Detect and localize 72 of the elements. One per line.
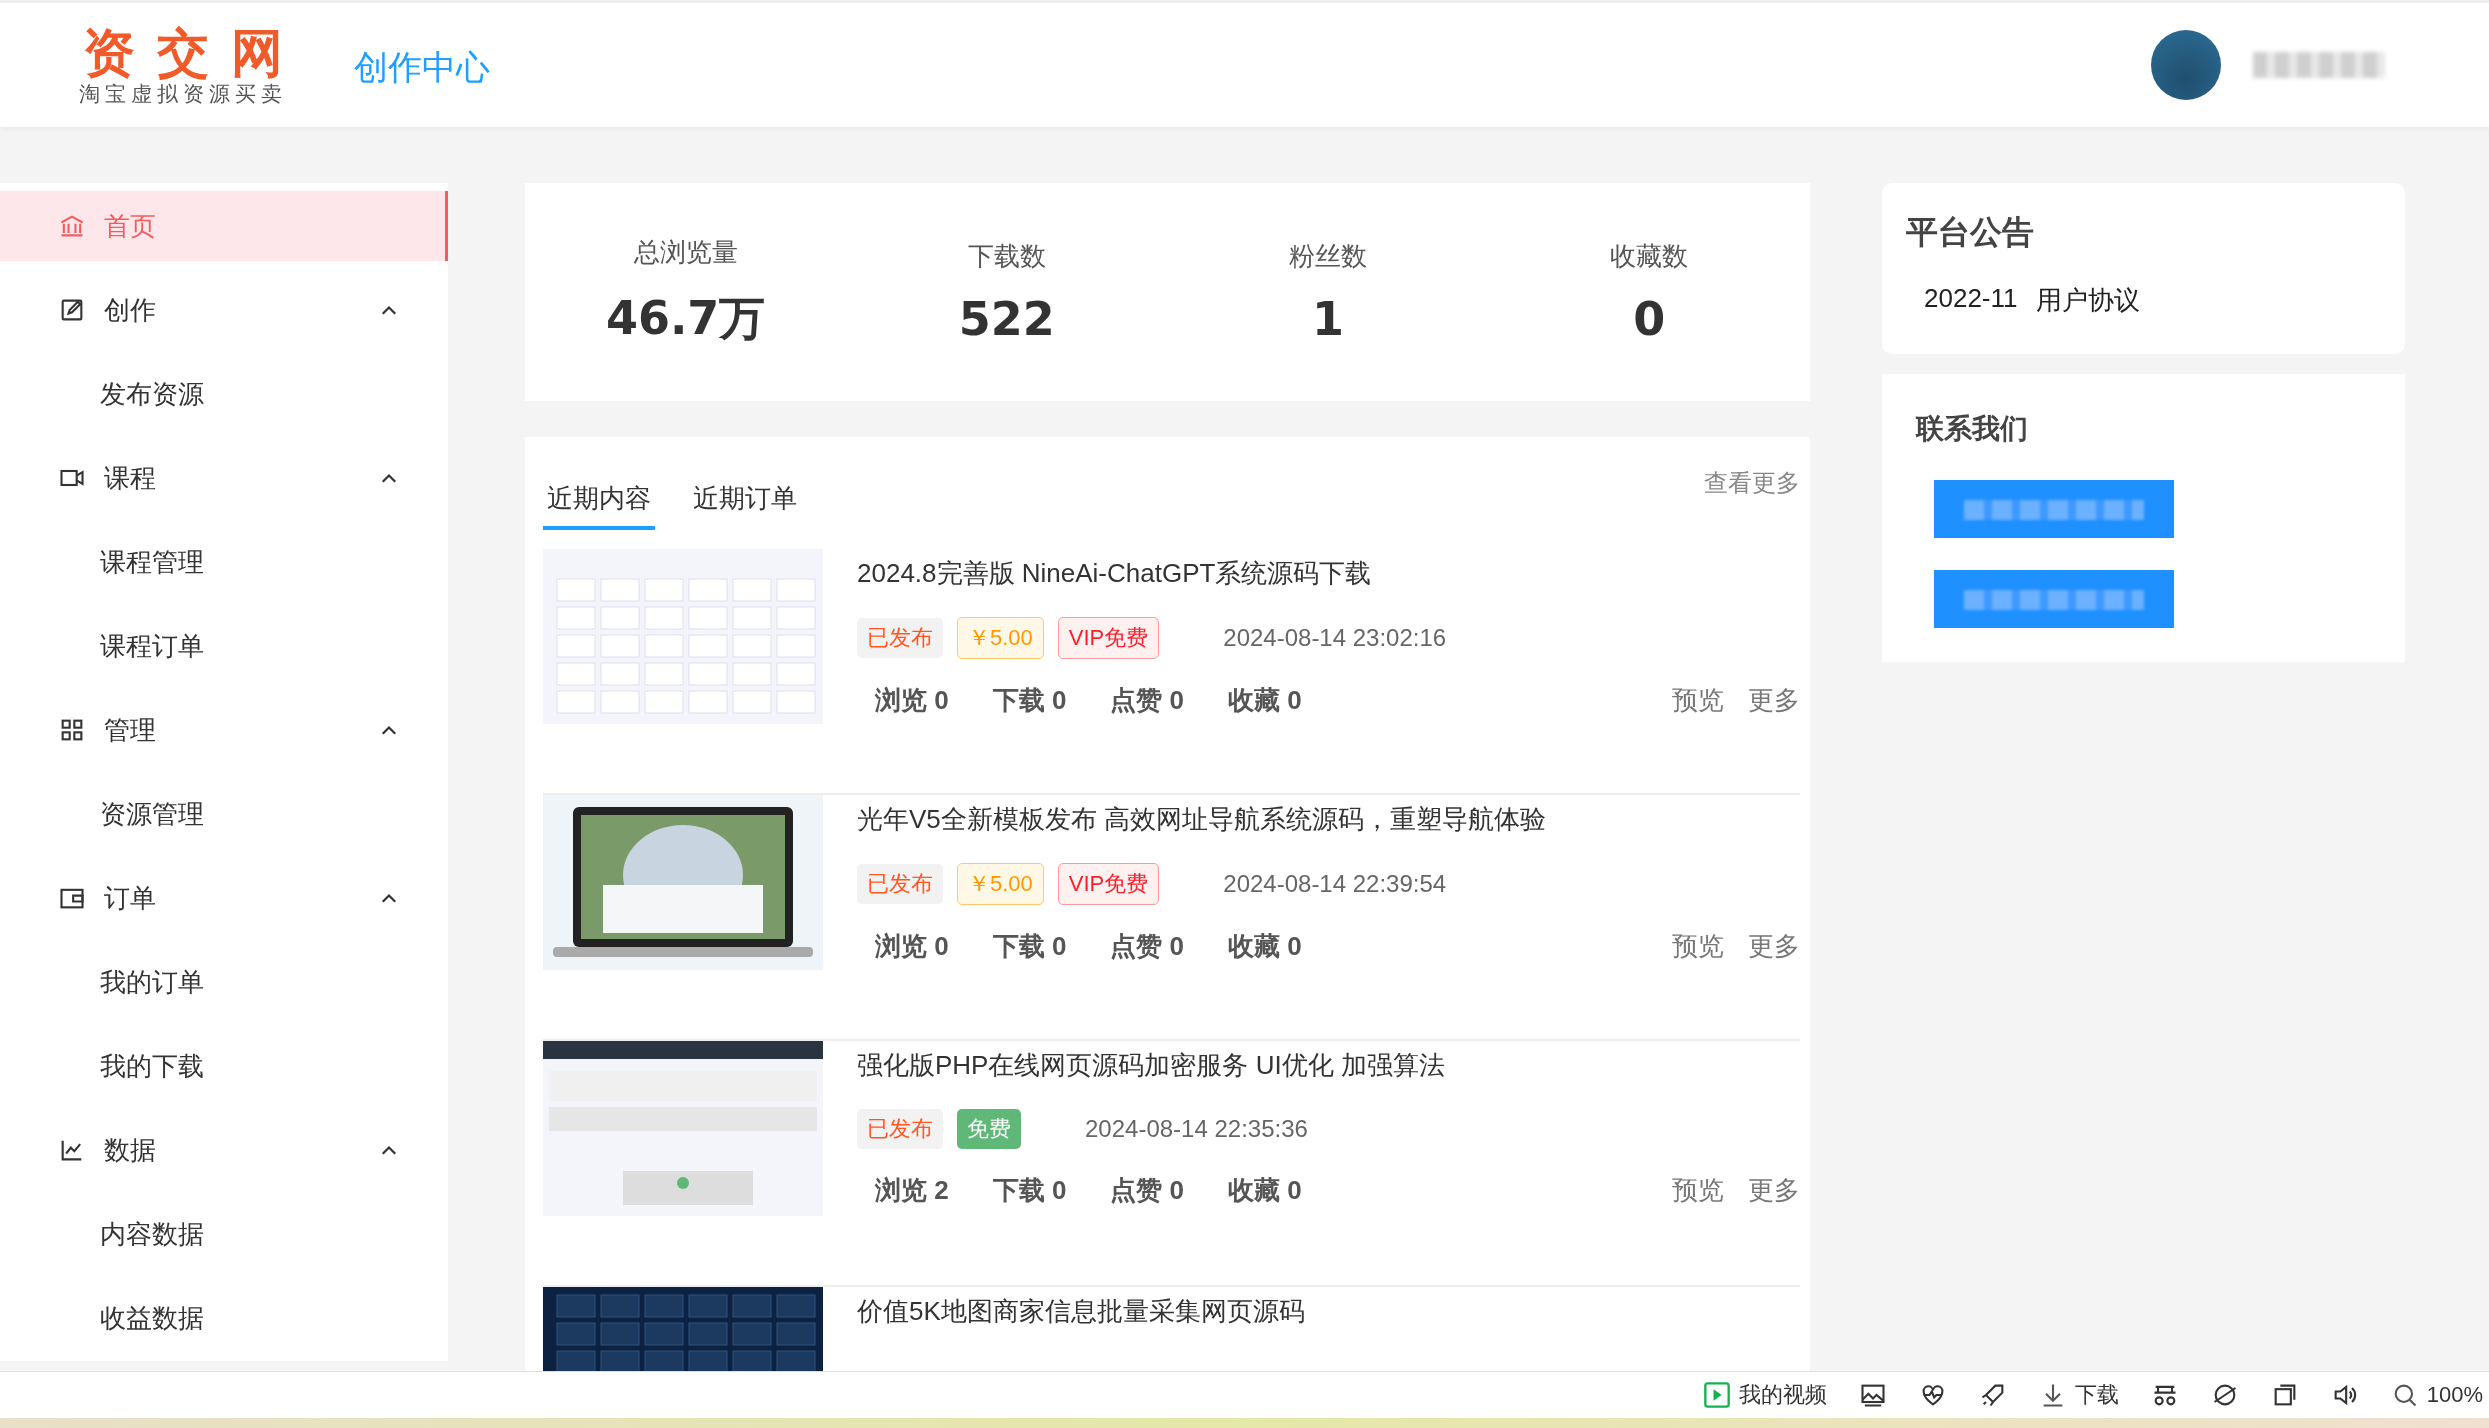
stat-value: 46.7万	[605, 289, 766, 347]
caret-icon[interactable]	[381, 1145, 397, 1155]
sidebar-item[interactable]: 订单	[0, 863, 448, 933]
stat-count: 收藏 0	[1228, 1174, 1302, 1207]
stat-count: 浏览 0	[875, 684, 949, 717]
action-link[interactable]: 预览	[1672, 929, 1724, 964]
stat-label: 收藏数	[1610, 239, 1689, 273]
stat-value: 0	[1633, 291, 1666, 346]
stat-label: 总浏览量	[633, 235, 738, 269]
caret-icon[interactable]	[381, 725, 397, 735]
zoom-level[interactable]: 100%	[2390, 1381, 2483, 1409]
status-tag: 已发布	[857, 1109, 943, 1149]
stat-count: 收藏 0	[1228, 684, 1302, 717]
sidebar-subitem[interactable]: 收益数据	[0, 1283, 448, 1353]
stat-label: 粉丝数	[1289, 239, 1368, 273]
content-title[interactable]: 2024.8完善版 NineAi-ChatGPT系统源码下载	[857, 555, 1800, 591]
sidebar-subitem[interactable]: 我的下载	[0, 1031, 448, 1101]
notice-date: 2022-11	[1924, 283, 2018, 315]
sidebar-subitem[interactable]: 我的订单	[0, 947, 448, 1017]
sidebar-subitem[interactable]: 资源管理	[0, 779, 448, 849]
sidebar-item[interactable]: 管理	[0, 695, 448, 765]
free-tag: VIP免费	[1057, 617, 1160, 659]
tab[interactable]: 近期订单	[689, 471, 801, 530]
price-tag: ￥5.00	[957, 863, 1044, 905]
logo-subtitle: 淘宝虚拟资源买卖	[79, 82, 287, 106]
notice-heading: 平台公告	[1906, 213, 2035, 252]
video-button[interactable]: 我的视频	[1702, 1380, 1827, 1410]
content-title[interactable]: 光年V5全新模板发布 高效网址导航系统源码，重塑导航体验	[857, 801, 1800, 837]
play-icon	[1702, 1381, 1731, 1409]
action-link[interactable]: 更多	[1748, 1173, 1800, 1208]
sidebar-subitem[interactable]: 课程订单	[0, 611, 448, 681]
stat-value: 1	[1312, 291, 1345, 346]
status-tag: 已发布	[857, 864, 943, 904]
sidebar-subitem[interactable]: 发布资源	[0, 359, 448, 429]
free-tag: VIP免费	[1057, 863, 1160, 905]
price-tag: ￥5.00	[957, 617, 1044, 659]
stat-count: 收藏 0	[1228, 930, 1302, 963]
caret-icon[interactable]	[381, 473, 397, 483]
free-tag: 免费	[957, 1109, 1021, 1149]
publish-date: 2024-08-14 23:02:16	[1223, 624, 1447, 652]
caret-icon[interactable]	[381, 305, 397, 315]
stat-count: 浏览 2	[875, 1174, 949, 1207]
sidebar-item[interactable]: 课程	[0, 443, 448, 513]
publish-date: 2024-08-14 22:39:54	[1223, 870, 1447, 898]
sidebar-item[interactable]: 数据	[0, 1115, 448, 1185]
sidebar-subitem[interactable]: 课程管理	[0, 527, 448, 597]
download-button[interactable]: 下载	[2038, 1380, 2119, 1410]
sidebar-subitem[interactable]: 内容数据	[0, 1199, 448, 1269]
action-link[interactable]: 预览	[1672, 683, 1724, 718]
stat-count: 下载 0	[992, 1174, 1067, 1207]
action-link[interactable]: 更多	[1748, 929, 1800, 964]
content-title[interactable]: 强化版PHP在线网页源码加密服务 UI优化 加强算法	[857, 1047, 1800, 1083]
section-title: 创作中心	[354, 47, 490, 88]
caret-icon[interactable]	[381, 893, 397, 903]
stat-count: 下载 0	[992, 930, 1067, 963]
stat-count: 点赞 0	[1110, 930, 1185, 963]
stat-count: 下载 0	[992, 684, 1067, 717]
stat-label: 下载数	[967, 239, 1046, 273]
view-more-link[interactable]: 查看更多	[1704, 467, 1800, 499]
stat-value: 522	[958, 291, 1055, 346]
stat-count: 浏览 0	[875, 930, 949, 963]
content-title[interactable]: 价值5K地图商家信息批量采集网页源码	[857, 1293, 1800, 1329]
notice-link[interactable]: 用户协议	[2035, 283, 2140, 318]
stat-count: 点赞 0	[1110, 1174, 1185, 1207]
sidebar-item[interactable]: 创作	[0, 275, 448, 345]
action-link[interactable]: 预览	[1672, 1173, 1724, 1208]
status-tag: 已发布	[857, 618, 943, 658]
tab[interactable]: 近期内容	[543, 471, 655, 530]
stat-count: 点赞 0	[1110, 684, 1185, 717]
contact-heading: 联系我们	[1916, 412, 2029, 446]
publish-date: 2024-08-14 22:35:36	[1085, 1115, 1308, 1143]
action-link[interactable]: 更多	[1748, 683, 1800, 718]
